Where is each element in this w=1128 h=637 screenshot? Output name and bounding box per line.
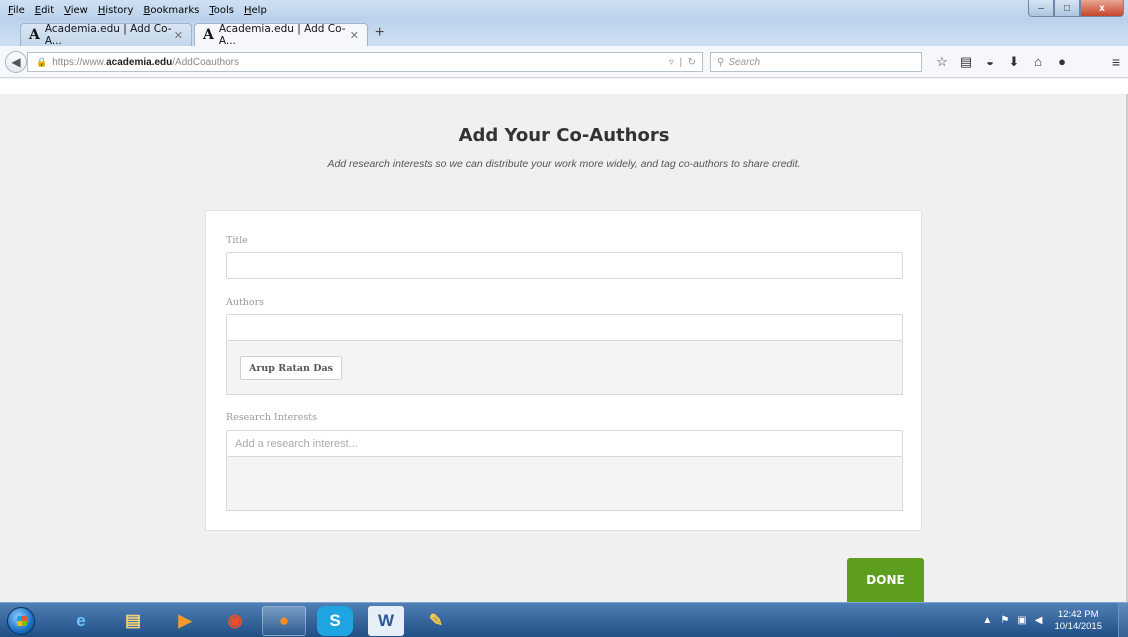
clock-time: 12:42 PM: [1057, 608, 1099, 620]
system-tray: ▲ ⚑ ▣ ◀ 12:42 PM 10/14/2015: [982, 603, 1128, 637]
flag-icon[interactable]: ⚑: [1000, 615, 1009, 626]
chat-icon[interactable]: ●: [1050, 52, 1074, 72]
url-path: /AddCoauthors: [172, 56, 239, 68]
start-button[interactable]: [7, 607, 35, 635]
reload-icon[interactable]: ▿ | ↻: [669, 57, 696, 68]
coauthors-form: Title Authors Arup Ratan Das Research In…: [205, 210, 922, 531]
tab-inactive[interactable]: A Academia.edu | Add Co-A... ✕: [20, 23, 192, 47]
authors-tag-area: Arup Ratan Das: [226, 341, 903, 395]
file-explorer-icon[interactable]: ▤: [111, 606, 155, 636]
url-prefix: https://www.: [52, 56, 107, 68]
internet-explorer-icon[interactable]: e: [59, 606, 103, 636]
authors-label: Authors: [226, 297, 265, 308]
volume-icon[interactable]: ◀: [1035, 615, 1043, 626]
menu-tools[interactable]: Tools: [204, 5, 239, 16]
page-top-strip: [0, 79, 1128, 94]
new-tab-button[interactable]: +: [375, 24, 384, 42]
tab-label: Academia.edu | Add Co-A...: [44, 23, 172, 47]
window-controls: – □ x: [1028, 0, 1124, 17]
window-titlebar: File Edit View History Bookmarks Tools H…: [0, 0, 1128, 20]
back-button[interactable]: ◀: [5, 51, 27, 73]
hamburger-menu-icon[interactable]: ≡: [1112, 54, 1120, 70]
menu-history[interactable]: History: [93, 5, 139, 16]
tray-expand-icon[interactable]: ▲: [982, 615, 992, 626]
tray-icons: ▲ ⚑ ▣ ◀: [982, 615, 1042, 626]
authors-input[interactable]: [226, 314, 903, 341]
academia-favicon-icon: A: [203, 27, 214, 43]
download-icon[interactable]: ⬇: [1002, 52, 1026, 72]
navigation-bar: ◀ 🔒 https://www. academia.edu/AddCoauthor…: [0, 46, 1128, 78]
search-icon: ⚲: [717, 56, 725, 68]
home-icon[interactable]: ⌂: [1026, 52, 1050, 72]
tab-strip: A Academia.edu | Add Co-A... ✕ A Academi…: [0, 20, 1128, 47]
author-chip[interactable]: Arup Ratan Das: [240, 356, 343, 380]
skype-icon[interactable]: S: [317, 606, 353, 636]
toolbar-icons: ☆ ▤ ◒ ⬇ ⌂ ●: [930, 52, 1074, 72]
close-button[interactable]: x: [1080, 0, 1124, 17]
minimize-button[interactable]: –: [1028, 0, 1054, 17]
media-player-icon[interactable]: ▶: [163, 606, 207, 636]
bookmarks-menu-icon[interactable]: ▤: [954, 52, 978, 72]
lock-icon: 🔒: [36, 56, 48, 67]
menu-file[interactable]: File: [3, 5, 30, 16]
menu-bookmarks[interactable]: Bookmarks: [138, 5, 204, 16]
back-arrow-icon: ◀: [11, 55, 21, 69]
academia-favicon-icon: A: [29, 27, 40, 43]
clock[interactable]: 12:42 PM 10/14/2015: [1054, 609, 1102, 633]
firefox-icon[interactable]: ●: [262, 606, 306, 636]
search-placeholder: Search: [728, 56, 761, 68]
menu-help[interactable]: Help: [239, 5, 272, 16]
clock-date: 10/14/2015: [1054, 620, 1102, 632]
menu-edit[interactable]: Edit: [30, 5, 59, 16]
research-interests-tag-area: [226, 457, 903, 511]
tab-close-icon[interactable]: ✕: [174, 29, 183, 42]
windows-taskbar: e ▤ ▶ ◉ ● S W ✎ ▲ ⚑ ▣ ◀ 12:42 PM 10/14/2…: [0, 602, 1128, 637]
pocket-icon[interactable]: ◒: [978, 52, 1002, 72]
tab-label: Academia.edu | Add Co-A...: [218, 23, 346, 47]
research-interest-input[interactable]: Add a research interest...: [226, 430, 903, 457]
page-title: Add Your Co-Authors: [458, 125, 670, 146]
research-interests-label: Research Interests: [226, 412, 317, 423]
url-host: academia.edu: [106, 56, 173, 68]
paint-icon[interactable]: ✎: [414, 606, 458, 636]
menu-bar: File Edit View History Bookmarks Tools H…: [0, 5, 272, 16]
maximize-button[interactable]: □: [1054, 0, 1080, 17]
word-icon[interactable]: W: [368, 606, 404, 636]
done-button[interactable]: DONE: [847, 558, 924, 602]
network-icon[interactable]: ▣: [1017, 615, 1026, 626]
address-bar[interactable]: 🔒 https://www. academia.edu/AddCoauthors …: [27, 52, 703, 72]
title-label: Title: [226, 235, 248, 246]
chrome-icon[interactable]: ◉: [213, 606, 257, 636]
bookmark-star-icon[interactable]: ☆: [930, 52, 954, 72]
title-input[interactable]: [226, 252, 903, 279]
page-subtitle: Add research interests so we can distrib…: [327, 158, 801, 170]
menu-view[interactable]: View: [59, 5, 93, 16]
page-content: Add Your Co-Authors Add research interes…: [0, 79, 1128, 602]
tab-active[interactable]: A Academia.edu | Add Co-A... ✕: [194, 23, 368, 47]
show-desktop-button[interactable]: [1118, 603, 1128, 637]
search-bar[interactable]: ⚲ Search: [710, 52, 922, 72]
tab-close-icon[interactable]: ✕: [350, 29, 359, 42]
